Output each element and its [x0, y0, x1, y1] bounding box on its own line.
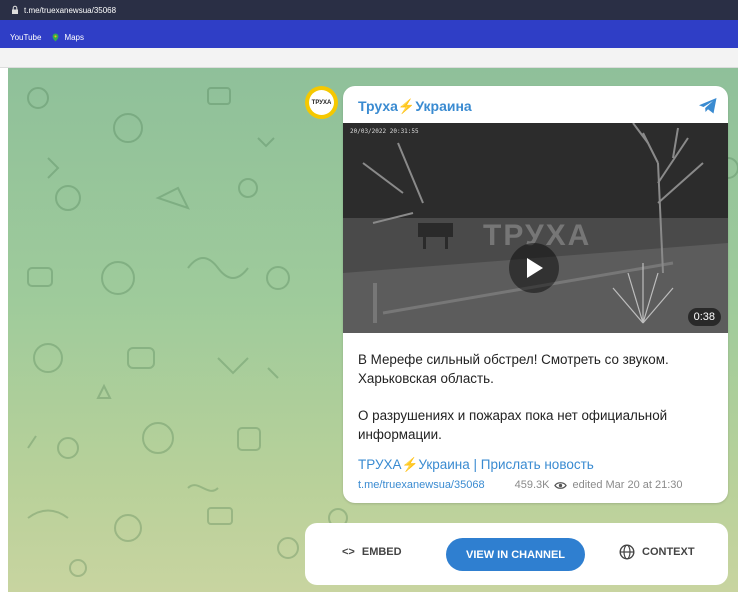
channel-link[interactable]: ТРУХА⚡Украина: [358, 457, 470, 472]
context-button[interactable]: CONTEXT: [619, 544, 695, 560]
video-player[interactable]: 20/03/2022 20:31:55 ТРУХА 0:38: [343, 123, 728, 333]
avatar-label: ТРУХА: [309, 90, 334, 115]
link-separator: |: [473, 457, 478, 472]
post-paragraph: В Мерефе сильный обстрел! Смотреть со зв…: [358, 352, 669, 386]
channel-avatar[interactable]: ТРУХА: [305, 86, 338, 119]
edited-timestamp: edited Mar 20 at 21:30: [572, 479, 683, 491]
view-count: 459.3K edited Mar 20 at 21:30: [515, 479, 683, 491]
channel-name-link[interactable]: Труха⚡Украина: [358, 98, 472, 115]
maps-pin-icon: [52, 33, 59, 42]
bookmarks-bar: YouTube Maps: [0, 20, 738, 48]
post-meta: t.me/truexanewsua/35068 459.3K edited Ma…: [358, 479, 718, 491]
view-in-channel-label: VIEW IN CHANNEL: [466, 548, 565, 561]
url-text: t.me/truexanewsua/35068: [24, 5, 117, 15]
post-paragraph: О разрушениях и пожарах пока нет официал…: [358, 408, 668, 442]
bookmark-youtube[interactable]: YouTube: [10, 33, 41, 42]
eye-icon: [554, 481, 568, 489]
post-url-link[interactable]: t.me/truexanewsua/35068: [358, 479, 485, 491]
play-icon: [527, 258, 543, 278]
post-header: Труха⚡Украина: [358, 96, 718, 116]
post-card: Труха⚡Украина 20/03/2022 20:31:55 ТРУХА …: [343, 86, 728, 503]
action-bar: <> EMBED VIEW IN CHANNEL CONTEXT: [305, 523, 728, 585]
bookmark-label: Maps: [64, 33, 84, 42]
video-timestamp: 20/03/2022 20:31:55: [350, 128, 419, 135]
views-value: 459.3K: [514, 479, 550, 491]
embed-label: EMBED: [361, 546, 402, 558]
bookmark-maps[interactable]: Maps: [51, 33, 84, 42]
send-news-link[interactable]: Прислать новость: [481, 457, 594, 472]
lock-icon: [12, 5, 18, 14]
video-duration: 0:38: [687, 308, 721, 326]
code-icon: <>: [342, 546, 355, 558]
post-text: В Мерефе сильный обстрел! Смотреть со зв…: [358, 350, 718, 462]
embed-button[interactable]: <> EMBED: [342, 546, 402, 558]
globe-icon: [619, 544, 635, 560]
context-label: CONTEXT: [642, 546, 695, 558]
post-links: ТРУХА⚡Украина | Прислать новость: [358, 457, 594, 473]
play-button[interactable]: [509, 243, 559, 293]
bookmark-label: YouTube: [10, 33, 42, 42]
address-bar[interactable]: t.me/truexanewsua/35068: [0, 0, 738, 20]
page-top-strip: [0, 48, 738, 68]
telegram-icon[interactable]: [698, 97, 718, 115]
view-in-channel-button[interactable]: VIEW IN CHANNEL: [446, 538, 585, 571]
